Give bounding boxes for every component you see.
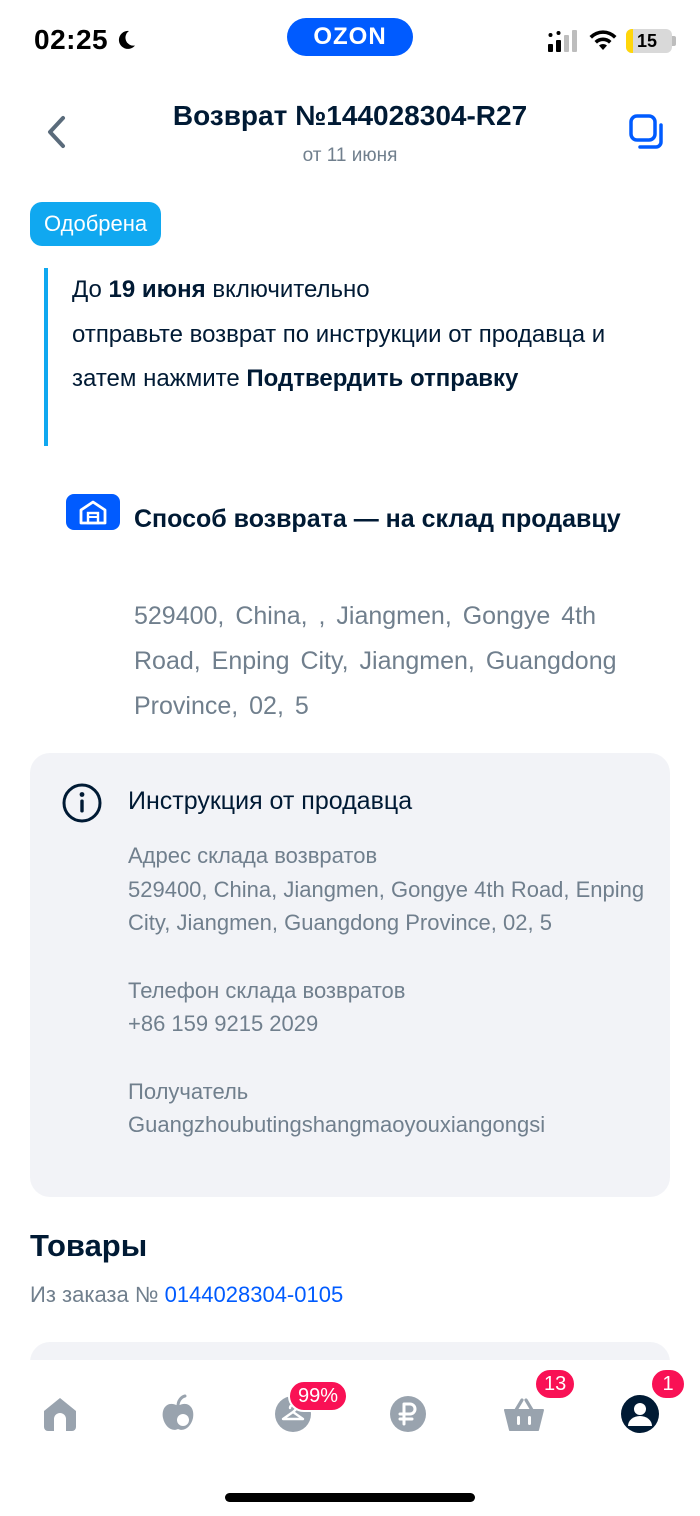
notice-text-2: включительно [205, 276, 370, 303]
ruble-icon [390, 1396, 426, 1432]
notice-deadline-date: 19 июня [108, 276, 206, 303]
page-subtitle: от 11 июня [302, 145, 398, 166]
recipient-value: Guangzhoubutingshangmaoyouxiangongsi [128, 1112, 546, 1137]
status-badge: Одобрена [30, 202, 162, 246]
warehouse-phone-value[interactable]: +86 159 9215 2029 [128, 1007, 648, 1041]
signal-icon [548, 30, 577, 52]
tab-home[interactable] [32, 1386, 88, 1442]
seller-instruction-card: Инструкция от продавца Адрес склада возв… [30, 753, 670, 1197]
deadline-notice: До 19 июня включительно отправьте возвра… [44, 268, 644, 446]
profile-icon [621, 1395, 659, 1433]
battery-tip [672, 36, 676, 46]
profile-badge: 1 [650, 1368, 686, 1400]
instruction-body: Адрес склада возвратов 529400, China, Ji… [128, 839, 648, 1142]
recipient-label: Получатель [128, 1078, 249, 1104]
fresh-icon [162, 1394, 194, 1430]
instruction-title: Инструкция от продавца [128, 787, 413, 815]
order-reference: Из заказа № 0144028304-0105 [30, 1282, 343, 1308]
home-indicator [225, 1493, 475, 1502]
clothes-badge: 99% [288, 1380, 349, 1412]
warehouse-address-value: 529400, China, Jiangmen, Gongye 4th Road… [128, 876, 645, 936]
cart-badge: 13 [534, 1368, 577, 1400]
status-time: 02:25 [34, 24, 138, 56]
return-method-address: 529400, China, , Jiangmen, Gongye 4th Ro… [134, 602, 617, 720]
ozon-logo: OZON [287, 18, 413, 56]
goods-section-title: Товары [30, 1228, 148, 1263]
info-icon [62, 783, 102, 823]
order-ref-prefix: Из заказа № [30, 1282, 165, 1307]
battery-icon: 15 [626, 29, 672, 53]
order-number-link[interactable]: 0144028304-0105 [165, 1282, 344, 1307]
wifi-icon [589, 30, 617, 50]
warehouse-icon [66, 494, 120, 530]
home-icon [44, 1398, 76, 1431]
warehouse-phone-label: Телефон склада возвратов [128, 977, 406, 1003]
tab-finance[interactable] [380, 1386, 436, 1442]
copy-icon [629, 114, 663, 149]
notice-action-name: Подтвердить отправку [246, 365, 519, 392]
notice-text-1: До [72, 276, 109, 303]
tab-fresh[interactable] [150, 1386, 206, 1442]
battery-level: 15 [636, 30, 658, 51]
moon-icon [119, 30, 136, 49]
page-title: Возврат №144028304-R27 [172, 100, 528, 131]
cart-icon [504, 1398, 544, 1431]
copy-button[interactable] [624, 110, 670, 154]
status-bar: 02:25 OZON 15 [0, 0, 700, 86]
return-method-title: Способ возврата — на склад продавцу [134, 505, 621, 533]
warehouse-address-label: Адрес склада возвратов [128, 843, 378, 868]
time-text: 02:25 [34, 24, 109, 55]
